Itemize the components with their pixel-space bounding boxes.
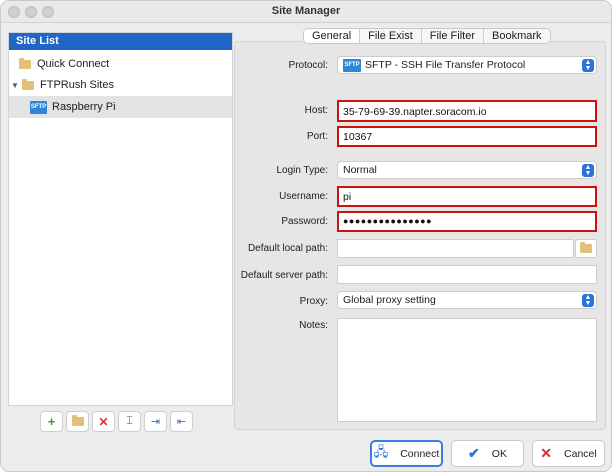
site-list-header: Site List (9, 33, 232, 50)
tab-bookmark[interactable]: Bookmark (483, 29, 550, 43)
import-sites-button[interactable]: ⇥ (144, 411, 167, 432)
login-type-label: Login Type: (276, 165, 328, 176)
chevron-updown-icon: ▲ ▼ (582, 59, 594, 72)
password-label: Password: (281, 216, 328, 227)
default-server-path-label: Default server path: (240, 270, 328, 281)
rename-site-button[interactable]: ⌶ (118, 411, 141, 432)
folder-icon (580, 242, 592, 253)
window-title: Site Manager (271, 5, 341, 17)
export-sites-button[interactable]: ⇤ (170, 411, 193, 432)
title-bar: Site Manager (1, 1, 611, 23)
ok-button-label: OK (491, 447, 507, 460)
rename-icon: ⌶ (126, 415, 133, 427)
connect-button[interactable]: 🖧 Connect (370, 440, 443, 467)
default-local-path-label: Default local path: (247, 243, 328, 254)
ok-button[interactable]: ✔ OK (451, 440, 524, 467)
export-icon: ⇤ (176, 416, 187, 428)
default-server-path-field[interactable] (337, 265, 597, 284)
username-label: Username: (279, 191, 328, 202)
tab-file-exist[interactable]: File Exist (359, 29, 421, 43)
add-site-button[interactable]: + (40, 411, 63, 432)
close-icon: ✕ (540, 445, 553, 461)
connect-button-label: Connect (400, 447, 440, 460)
site-list-toolbar: + ✕ ⌶ ⇥ ⇤ (40, 411, 193, 432)
import-icon: ⇥ (150, 416, 161, 428)
site-list-item-label: Raspberry Pi (52, 101, 116, 113)
protocol-value: SFTP - SSH File Transfer Protocol (365, 59, 526, 71)
chevron-updown-icon: ▲ ▼ (582, 294, 594, 307)
protocol-select[interactable]: SFTP SFTP - SSH File Transfer Protocol ▲… (337, 56, 597, 74)
sftp-icon: SFTP (30, 100, 47, 114)
new-folder-button[interactable] (66, 411, 89, 432)
username-field[interactable]: pi (337, 186, 597, 207)
site-list-item-label: Quick Connect (37, 58, 110, 70)
delete-site-button[interactable]: ✕ (92, 411, 115, 432)
site-list-item-quick-connect[interactable]: Quick Connect (9, 53, 232, 75)
port-label: Port: (306, 131, 328, 142)
checkmark-icon: ✔ (468, 445, 480, 461)
proxy-select[interactable]: Global proxy setting ▲ ▼ (337, 291, 597, 309)
port-field[interactable]: 10367 (337, 126, 597, 147)
proxy-label: Proxy: (299, 296, 328, 307)
host-field[interactable]: 35-79-69-39.napter.soracom.io (337, 100, 597, 122)
cancel-button[interactable]: ✕ Cancel (532, 440, 605, 467)
chevron-down-icon[interactable]: ▼ (11, 81, 21, 90)
default-local-path-field[interactable] (337, 239, 574, 258)
chevron-updown-icon: ▲ ▼ (582, 164, 594, 177)
plus-icon: + (47, 414, 56, 429)
proxy-value: Global proxy setting (343, 294, 436, 306)
delete-icon: ✕ (98, 414, 109, 429)
site-list-panel: Site List Quick Connect ▼ FTPRush Sites … (8, 32, 233, 406)
notes-textarea[interactable] (337, 318, 597, 422)
settings-tabs: General File Exist File Filter Bookmark (303, 28, 551, 44)
password-field[interactable]: ●●●●●●●●●●●●●●● (337, 211, 597, 232)
tab-file-filter[interactable]: File Filter (420, 29, 483, 43)
host-label: Host: (304, 105, 328, 116)
sftp-icon: SFTP (343, 58, 361, 72)
browse-local-path-button[interactable] (575, 239, 597, 258)
folder-icon (19, 57, 31, 69)
notes-label: Notes: (299, 320, 328, 331)
folder-icon (22, 78, 34, 90)
tab-general[interactable]: General (304, 29, 360, 43)
site-list-item-raspberry-pi[interactable]: SFTP Raspberry Pi (9, 96, 232, 118)
site-list-item-label: FTPRush Sites (40, 79, 114, 91)
folder-icon (71, 415, 84, 426)
network-icon: 🖧 (373, 443, 389, 459)
login-type-select[interactable]: Normal ▲ ▼ (337, 161, 597, 179)
protocol-label: Protocol: (288, 60, 328, 71)
login-type-value: Normal (343, 164, 377, 176)
cancel-button-label: Cancel (564, 447, 597, 460)
site-manager-window: Site Manager Site List Quick Connect ▼ F… (0, 0, 612, 472)
site-list-item-ftprush-sites[interactable]: ▼ FTPRush Sites (9, 74, 232, 96)
